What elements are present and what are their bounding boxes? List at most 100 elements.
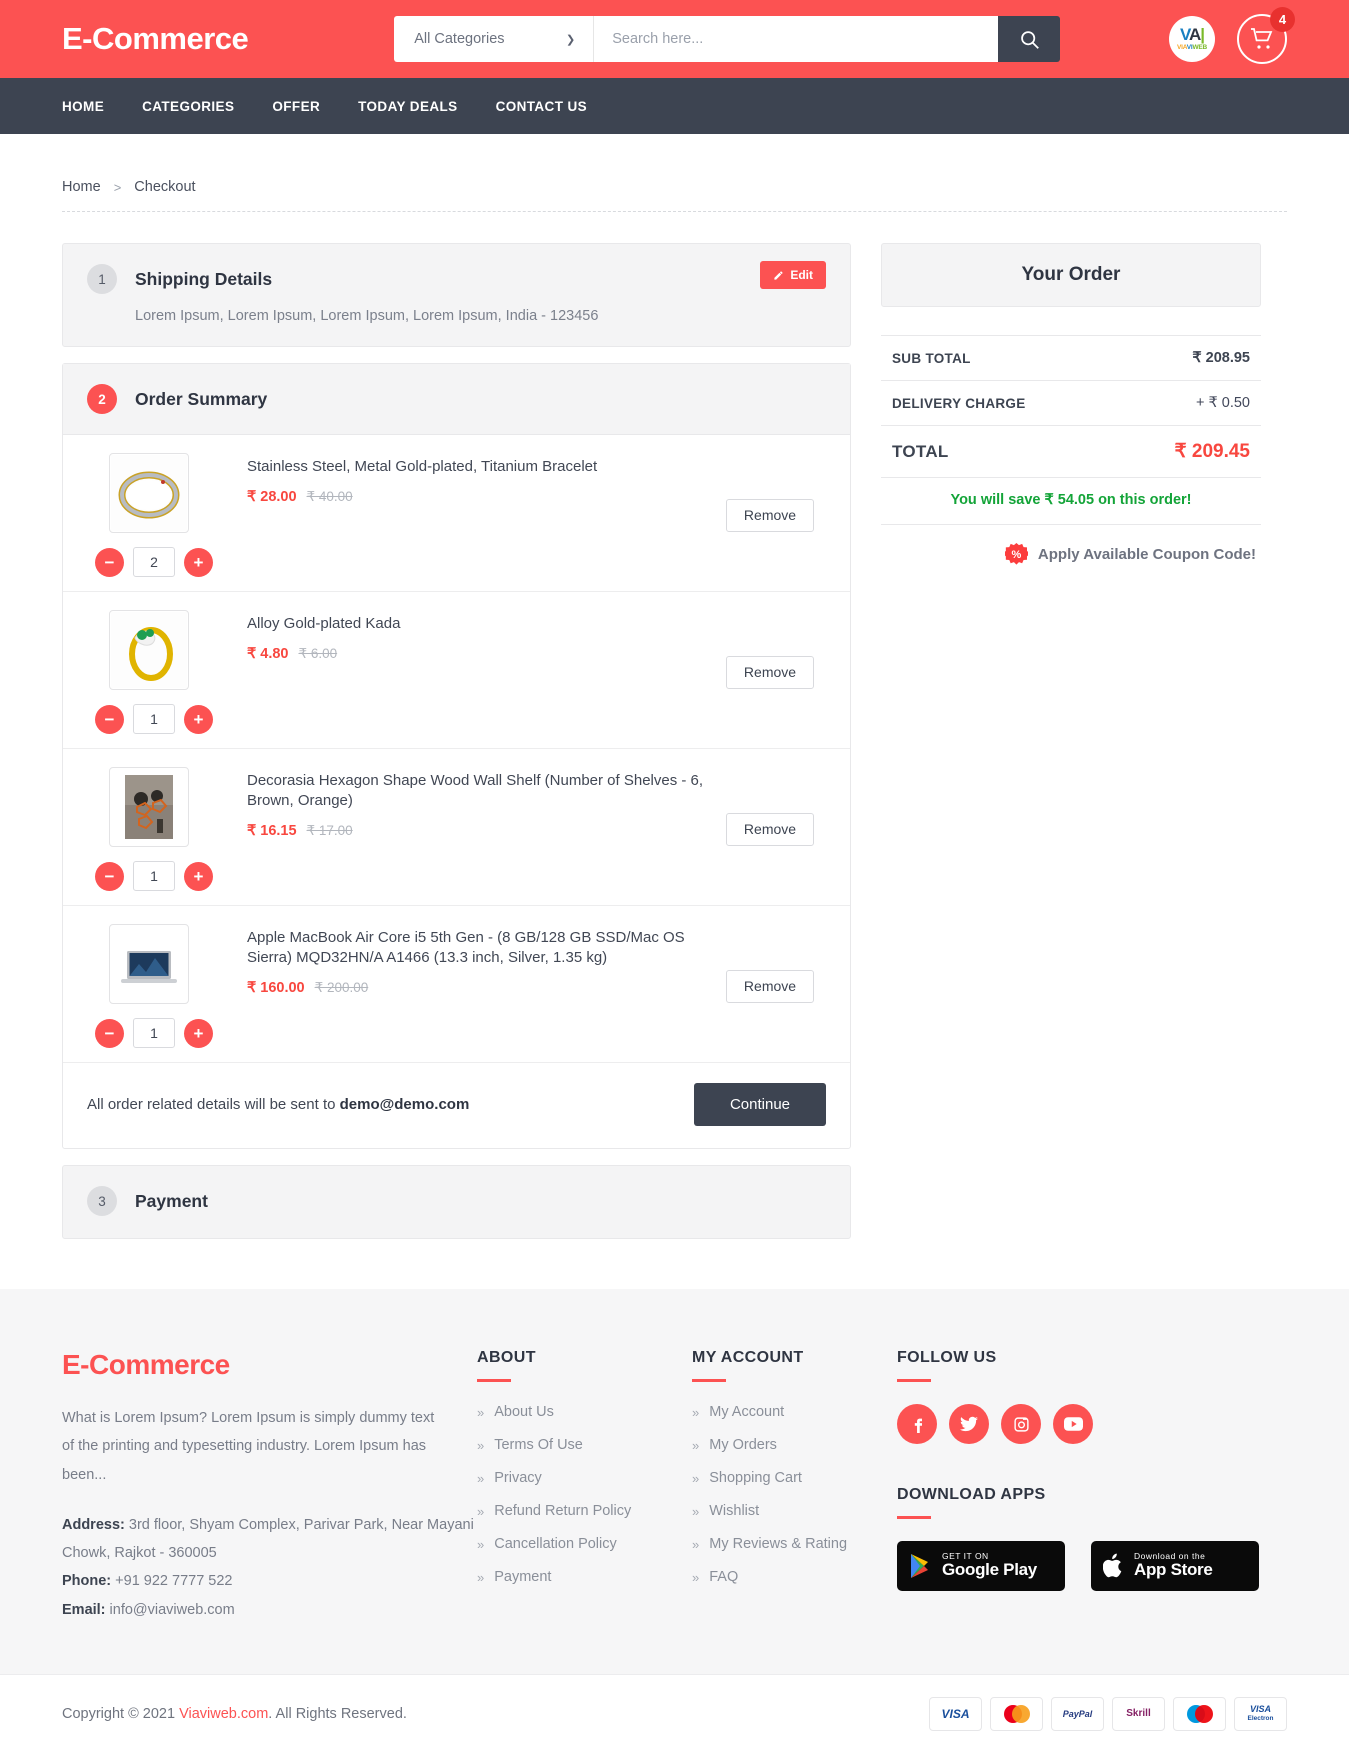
viaviweb-logo[interactable]: VA| VIAVIWEB [1169, 16, 1215, 62]
footer-phone-value[interactable]: +91 922 7777 522 [115, 1573, 232, 1589]
footer-link-label: Refund Return Policy [494, 1503, 632, 1519]
footer-link-label: Wishlist [709, 1503, 760, 1519]
chevron-right-icon: » [477, 1404, 485, 1420]
order-summary-header: 2 Order Summary [63, 364, 850, 435]
app-download-badges: GET IT ON Google Play Download on the Ap… [897, 1541, 1287, 1591]
quantity-increase-button[interactable]: + [184, 704, 213, 734]
macbook-image [111, 926, 187, 1002]
kada-image [111, 612, 187, 688]
payment-section[interactable]: 3 Payment [62, 1165, 851, 1239]
search-input[interactable]: Search here... [594, 16, 999, 62]
quantity-decrease-button[interactable]: − [95, 547, 124, 577]
mastercard-logo [990, 1696, 1043, 1731]
nav-item-today-deals[interactable]: TODAY DEALS [358, 99, 457, 114]
category-select[interactable]: All Categories ❯ [394, 16, 595, 62]
continue-button[interactable]: Continue [693, 1083, 826, 1126]
order-row-delivery: DELIVERY CHARGE + ₹ 0.50 [881, 381, 1261, 426]
bracelet-image [111, 455, 187, 531]
footer-link-cancellation-policy[interactable]: » Cancellation Policy [477, 1536, 692, 1552]
product-thumb-and-qty: − 1 + [87, 610, 247, 734]
product-price: ₹ 4.80 [247, 645, 289, 662]
maestro-glyph [1186, 1704, 1213, 1723]
quantity-stepper: − 1 + [95, 861, 247, 891]
product-price-group: ₹ 4.80 ₹ 6.00 [247, 646, 716, 662]
footer-link-my-account[interactable]: » My Account [692, 1404, 897, 1420]
main-content: 1 Shipping Details Edit Lorem Ipsum, Lor… [0, 212, 1349, 1239]
footer-link-my-reviews-rating[interactable]: » My Reviews & Rating [692, 1536, 897, 1552]
footer-link-shopping-cart[interactable]: » Shopping Cart [692, 1470, 897, 1486]
remove-item-button[interactable]: Remove [726, 655, 814, 689]
footer-link-refund-return-policy[interactable]: » Refund Return Policy [477, 1503, 692, 1519]
facebook-icon[interactable] [897, 1404, 937, 1444]
quantity-value[interactable]: 2 [133, 547, 175, 577]
copyright-prefix: Copyright © 2021 [62, 1705, 180, 1722]
nav-item-home[interactable]: HOME [62, 99, 104, 114]
nav-item-offer[interactable]: OFFER [272, 99, 320, 114]
app-store-line2: App Store [1134, 1560, 1213, 1580]
payment-title: Payment [135, 1190, 208, 1211]
maestro-logo [1173, 1696, 1226, 1731]
footer-link-payment[interactable]: » Payment [477, 1569, 692, 1585]
product-name[interactable]: Decorasia Hexagon Shape Wood Wall Shelf … [247, 771, 716, 811]
paypal-logo: PayPal [1051, 1696, 1104, 1731]
footer-apps-heading: DOWNLOAD APPS [897, 1486, 1046, 1503]
chevron-right-icon: » [692, 1437, 700, 1453]
product-price: ₹ 16.15 [247, 822, 297, 839]
quantity-increase-button[interactable]: + [184, 547, 213, 577]
product-name[interactable]: Stainless Steel, Metal Gold-plated, Tita… [247, 457, 716, 477]
quantity-value[interactable]: 1 [133, 861, 175, 891]
apply-coupon-button[interactable]: % Apply Available Coupon Code! [881, 525, 1261, 566]
twitter-icon[interactable] [949, 1404, 989, 1444]
footer-link-label: My Orders [709, 1437, 777, 1453]
subtotal-label: SUB TOTAL [892, 350, 971, 366]
product-name[interactable]: Apple MacBook Air Core i5 5th Gen - (8 G… [247, 928, 716, 968]
remove-item-button[interactable]: Remove [726, 812, 814, 846]
quantity-increase-button[interactable]: + [184, 861, 213, 891]
product-old-price: ₹ 200.00 [314, 979, 369, 995]
footer-email-value[interactable]: info@viaviweb.com [110, 1602, 235, 1618]
footer-email-row: Email: info@viaviweb.com [62, 1596, 477, 1624]
edit-shipping-button[interactable]: Edit [760, 261, 826, 289]
footer-link-wishlist[interactable]: » Wishlist [692, 1503, 897, 1519]
nav-item-categories[interactable]: CATEGORIES [142, 99, 234, 114]
youtube-icon[interactable] [1053, 1404, 1093, 1444]
quantity-decrease-button[interactable]: − [95, 704, 124, 734]
apply-coupon-label: Apply Available Coupon Code! [1037, 546, 1256, 563]
product-info: Alloy Gold-plated Kada ₹ 4.80 ₹ 6.00 [247, 610, 726, 734]
app-store-badge[interactable]: Download on the App Store [1091, 1541, 1259, 1591]
quantity-increase-button[interactable]: + [184, 1018, 213, 1048]
site-header: E-Commerce All Categories ❯ Search here.… [0, 0, 1349, 78]
category-select-value: All Categories [414, 31, 505, 47]
quantity-value[interactable]: 1 [133, 704, 175, 734]
instagram-icon[interactable] [1001, 1404, 1041, 1444]
google-play-badge[interactable]: GET IT ON Google Play [897, 1541, 1065, 1591]
product-old-price: ₹ 40.00 [306, 488, 353, 504]
footer-link-faq[interactable]: » FAQ [692, 1569, 897, 1585]
quantity-value[interactable]: 1 [133, 1018, 175, 1048]
checkout-page: E-Commerce All Categories ❯ Search here.… [0, 0, 1349, 1753]
google-play-text: GET IT ON Google Play [942, 1551, 1037, 1580]
footer-link-label: Cancellation Policy [494, 1536, 617, 1552]
chevron-right-icon: » [692, 1569, 700, 1585]
remove-item-button[interactable]: Remove [726, 969, 814, 1003]
footer-link-my-orders[interactable]: » My Orders [692, 1437, 897, 1453]
step-number-1: 1 [87, 264, 117, 294]
footer-link-privacy[interactable]: » Privacy [477, 1470, 692, 1486]
quantity-decrease-button[interactable]: − [95, 1018, 124, 1048]
breadcrumb-home[interactable]: Home [62, 179, 101, 195]
quantity-decrease-button[interactable]: − [95, 861, 124, 891]
footer-link-terms-of-use[interactable]: » Terms Of Use [477, 1437, 692, 1453]
kada-thumbnail [109, 610, 189, 690]
nav-item-contact-us[interactable]: CONTACT US [496, 99, 588, 114]
remove-item-button[interactable]: Remove [726, 498, 814, 532]
footer-link-about-us[interactable]: » About Us [477, 1404, 692, 1420]
product-name[interactable]: Alloy Gold-plated Kada [247, 614, 716, 634]
footer-follow-heading: FOLLOW US [897, 1349, 997, 1366]
step-number-3: 3 [87, 1186, 117, 1216]
site-logo[interactable]: E-Commerce [62, 21, 249, 57]
footer-logo[interactable]: E-Commerce [62, 1349, 477, 1381]
search-button[interactable] [998, 16, 1061, 62]
copyright-link[interactable]: Viaviweb.com [179, 1706, 268, 1722]
visa-electron-logo: VISA Electron [1234, 1696, 1287, 1731]
table-row: − 1 + Apple MacBook Air Core i5 5th Gen … [63, 906, 850, 1063]
